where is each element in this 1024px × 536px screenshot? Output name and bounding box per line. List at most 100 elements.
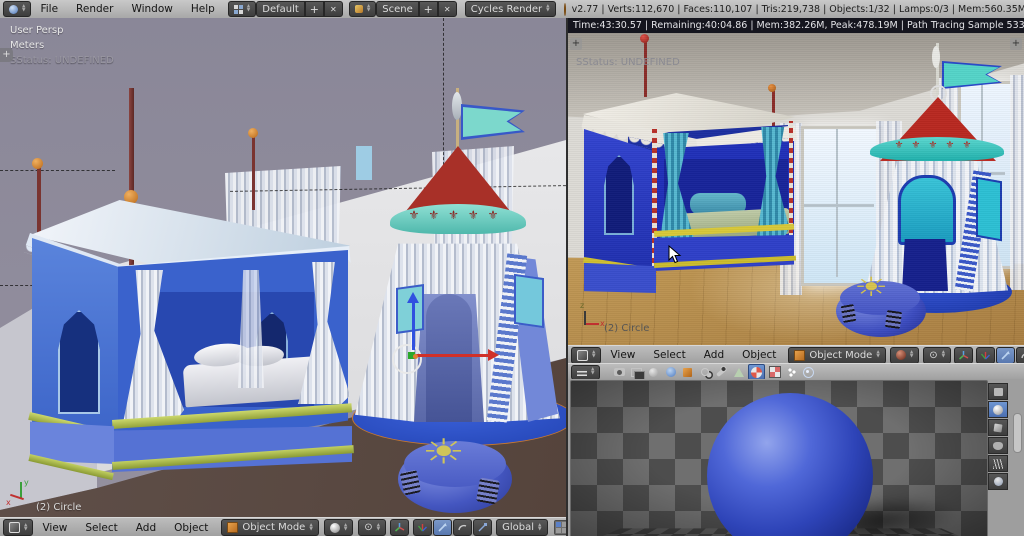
expand-toolshelf-button[interactable]: + (0, 48, 13, 62)
bed-pole-ball (768, 84, 776, 92)
menu-add[interactable]: Add (127, 519, 165, 536)
manipulator-axes-icon (959, 350, 969, 360)
constraints-icon (700, 368, 709, 376)
tab-render[interactable] (612, 365, 627, 379)
mode-select[interactable]: Object Mode (221, 519, 319, 536)
pivot-point-select[interactable] (923, 346, 952, 364)
scene-delete-button[interactable] (437, 1, 457, 17)
editor-type-info-button[interactable] (3, 1, 32, 17)
tent-valance-band: ⚜⚜⚜⚜⚜ (390, 204, 526, 234)
rendered-bed-object[interactable] (568, 33, 808, 303)
tent-side-cyan (976, 176, 1002, 242)
manipulator-toggle-button[interactable] (390, 519, 410, 536)
manipulator-x-axis[interactable] (416, 354, 490, 357)
menu-file[interactable]: File (31, 0, 67, 18)
viewport-unit-label: Meters (10, 40, 45, 51)
bed-side-window (604, 155, 634, 235)
transform-manipulator[interactable] (380, 288, 510, 378)
tab-texture[interactable] (767, 365, 782, 379)
rendered-shading-icon (895, 350, 906, 360)
transform-orientation-select[interactable]: Global (496, 519, 548, 536)
expand-toolshelf-button[interactable]: + (570, 38, 582, 50)
preview-flat-button[interactable] (988, 383, 1008, 400)
menu-select[interactable]: Select (644, 346, 694, 364)
pouf-vent (884, 310, 903, 329)
tab-material[interactable] (748, 364, 766, 380)
editor-type-properties-button[interactable] (571, 364, 601, 380)
axis-tripod-button[interactable] (413, 519, 433, 536)
info-editor-icon (9, 4, 18, 14)
pouf-sun-decal (422, 432, 465, 472)
layout-delete-button[interactable] (323, 1, 343, 17)
menu-add[interactable]: Add (695, 346, 733, 364)
stepper-icon (592, 351, 595, 359)
preview-monkey-button[interactable] (988, 437, 1008, 454)
screen-layout-name-field[interactable]: Default (256, 1, 305, 17)
menu-select[interactable]: Select (76, 519, 126, 536)
menu-window[interactable]: Window (122, 0, 181, 18)
tab-constraints[interactable] (697, 365, 712, 379)
scene-selector-icon-button[interactable] (348, 1, 377, 17)
tab-object-data[interactable] (731, 365, 746, 379)
menu-object[interactable]: Object (733, 346, 785, 364)
properties-editor-icon (577, 368, 587, 376)
rendered-pouf-object[interactable] (828, 267, 938, 337)
tab-modifiers[interactable] (714, 365, 729, 379)
preview-sphere-button[interactable] (988, 401, 1008, 418)
menu-object[interactable]: Object (165, 519, 217, 536)
world-icon (665, 367, 676, 377)
tab-physics[interactable] (801, 365, 816, 379)
material-preview[interactable] (570, 380, 988, 536)
render-stats-bar: Time:43:30.57 | Remaining:40:04.86 | Mem… (568, 18, 1024, 33)
viewport-shading-select[interactable] (889, 346, 920, 364)
render-engine-select[interactable]: Cycles Render (464, 1, 556, 17)
pivot-point-select[interactable] (358, 519, 387, 536)
manipulator-circle[interactable] (392, 344, 422, 374)
axis-tripod-button[interactable] (976, 346, 996, 364)
object-mode-icon (227, 522, 239, 533)
menu-render[interactable]: Render (67, 0, 122, 18)
menu-help[interactable]: Help (182, 0, 224, 18)
manipulator-z-axis[interactable] (412, 302, 415, 350)
editor-type-3dview-button[interactable] (571, 346, 602, 364)
translate-manipulator-button[interactable] (433, 519, 453, 536)
tab-scene[interactable] (646, 365, 661, 379)
viewport-3d-rendered[interactable]: Time:43:30.57 | Remaining:40:04.86 | Mem… (568, 18, 1024, 345)
menu-view[interactable]: View (601, 346, 644, 364)
tab-particles[interactable] (784, 365, 799, 379)
manipulator-toggle-button[interactable] (954, 346, 974, 364)
stepper-icon (22, 5, 25, 13)
editor-type-3dview-button[interactable] (3, 519, 34, 536)
expand-properties-button[interactable]: + (1010, 38, 1022, 50)
active-object-label: (2) Circle (36, 502, 82, 513)
scene-add-button[interactable] (418, 1, 438, 17)
object-icon (683, 367, 693, 377)
preview-hair-button[interactable] (988, 455, 1008, 472)
blender-logo-icon (563, 2, 566, 16)
info-header: File Render Window Help Default Scene Cy… (0, 0, 1024, 19)
preview-cube-button[interactable] (988, 419, 1008, 436)
sun-pouf-object[interactable] (390, 433, 520, 517)
screen-layout-icon-button[interactable] (227, 1, 257, 17)
tab-object[interactable] (680, 365, 695, 379)
tab-render-layers[interactable] (629, 365, 646, 380)
viewport-status-label: SStatus: UNDEFINED (10, 55, 114, 66)
layers-grid-1[interactable] (553, 520, 566, 535)
preview-world-button[interactable] (988, 473, 1008, 490)
viewport-3d-solid[interactable]: ⚜⚜⚜⚜⚜ User (0, 18, 566, 517)
manipulator-z-arrowhead (407, 292, 419, 303)
stepper-icon (942, 351, 945, 359)
stepper-icon (910, 351, 913, 359)
scene-name-field[interactable]: Scene (376, 1, 419, 17)
mode-select[interactable]: Object Mode (788, 346, 886, 364)
scale-manipulator-button[interactable] (473, 519, 493, 536)
viewport-shading-select[interactable] (323, 519, 354, 536)
translate-manipulator-button[interactable] (996, 346, 1016, 364)
origin-dot (413, 354, 418, 359)
rotate-manipulator-button[interactable] (453, 519, 473, 536)
layout-add-button[interactable] (304, 1, 324, 17)
menu-view[interactable]: View (33, 519, 76, 536)
tab-world[interactable] (663, 365, 678, 379)
properties-scrollbar[interactable] (1013, 413, 1022, 453)
rotate-manipulator-button[interactable] (1016, 346, 1024, 364)
